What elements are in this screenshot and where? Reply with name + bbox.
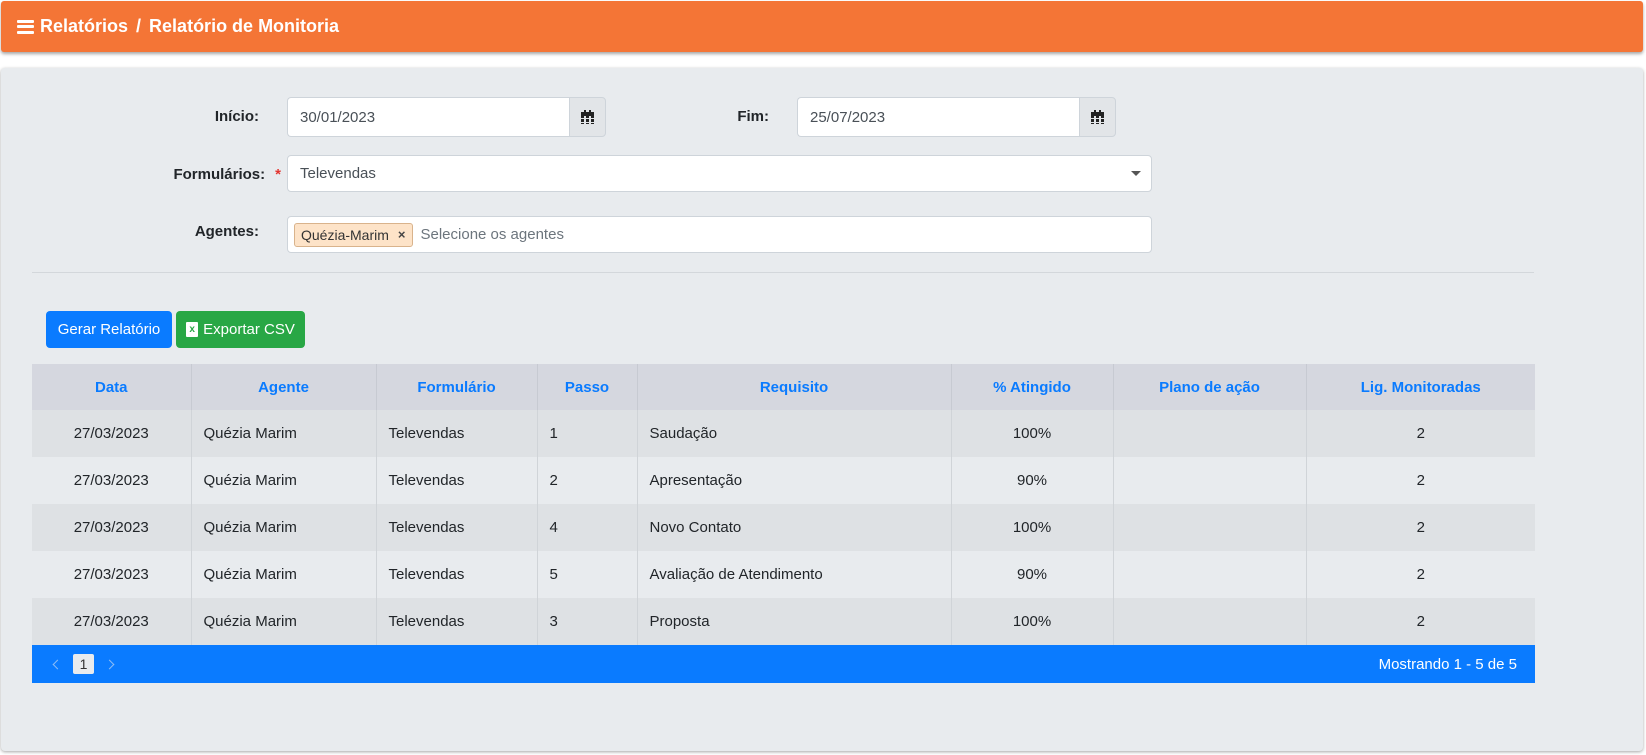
- page-number-button[interactable]: 1: [73, 654, 94, 674]
- cell-passo: 3: [537, 598, 638, 645]
- calendar-icon: [581, 110, 594, 124]
- cell-formulario: Televendas: [376, 598, 538, 645]
- forms-select[interactable]: Televendas: [287, 155, 1152, 192]
- column-header-atingido[interactable]: % Atingido: [951, 364, 1114, 410]
- cell-lig-monitoradas: 2: [1306, 598, 1535, 645]
- agent-tag-label: Quézia-Marim: [301, 226, 389, 243]
- table-row: 27/03/2023 Quézia Marim Televendas 3 Pro…: [32, 598, 1535, 645]
- cell-data: 27/03/2023: [32, 598, 192, 645]
- start-date-label: Início:: [214, 108, 259, 125]
- cell-agente: Quézia Marim: [191, 410, 377, 457]
- forms-label: Formulários: *: [141, 166, 281, 183]
- cell-lig-monitoradas: 2: [1306, 457, 1535, 504]
- cell-requisito: Novo Contato: [637, 504, 952, 551]
- cell-data: 27/03/2023: [32, 410, 192, 457]
- caret-down-icon: [1131, 171, 1141, 176]
- cell-formulario: Televendas: [376, 551, 538, 598]
- end-date-label: Fim:: [737, 108, 769, 125]
- divider: [32, 272, 1534, 273]
- cell-atingido: 100%: [951, 410, 1114, 457]
- cell-requisito: Proposta: [637, 598, 952, 645]
- cell-lig-monitoradas: 2: [1306, 551, 1535, 598]
- cell-passo: 4: [537, 504, 638, 551]
- page-title: Relatório de Monitoria: [149, 16, 340, 36]
- chevron-left-icon[interactable]: [52, 659, 63, 669]
- cell-lig-monitoradas: 2: [1306, 504, 1535, 551]
- required-mark: *: [275, 166, 281, 183]
- agent-tag: Quézia-Marim ×: [294, 222, 413, 247]
- cell-plano-de-acao: [1113, 551, 1307, 598]
- breadcrumb-root[interactable]: Relatórios: [40, 16, 128, 37]
- remove-tag-icon[interactable]: ×: [398, 227, 406, 242]
- cell-agente: Quézia Marim: [191, 598, 377, 645]
- end-date-picker: 25/07/2023: [797, 97, 1116, 137]
- top-bar: Relatórios / Relatório de Monitoria: [1, 1, 1643, 52]
- cell-agente: Quézia Marim: [191, 457, 377, 504]
- column-header-formulario[interactable]: Formulário: [376, 364, 538, 410]
- export-csv-button[interactable]: x Exportar CSV: [176, 311, 305, 348]
- cell-atingido: 100%: [951, 504, 1114, 551]
- cell-atingido: 90%: [951, 551, 1114, 598]
- agents-search-input[interactable]: Selecione os agentes: [421, 226, 564, 243]
- cell-data: 27/03/2023: [32, 551, 192, 598]
- table-row: 27/03/2023 Quézia Marim Televendas 1 Sau…: [32, 410, 1535, 457]
- cell-passo: 5: [537, 551, 638, 598]
- table-row: 27/03/2023 Quézia Marim Televendas 5 Ava…: [32, 551, 1535, 598]
- agents-label: Agentes:: [194, 223, 259, 240]
- chevron-right-icon[interactable]: [104, 659, 115, 669]
- cell-formulario: Televendas: [376, 410, 538, 457]
- cell-requisito: Apresentação: [637, 457, 952, 504]
- cell-data: 27/03/2023: [32, 457, 192, 504]
- forms-selected-value: Televendas: [300, 165, 376, 182]
- export-csv-label: Exportar CSV: [203, 321, 295, 338]
- start-date-picker: 30/01/2023: [287, 97, 606, 137]
- cell-plano-de-acao: [1113, 410, 1307, 457]
- column-header-lig-monitoradas[interactable]: Lig. Monitoradas: [1306, 364, 1535, 410]
- table-row: 27/03/2023 Quézia Marim Televendas 4 Nov…: [32, 504, 1535, 551]
- cell-data: 27/03/2023: [32, 504, 192, 551]
- report-table: Data Agente Formulário Passo Requisito %…: [32, 364, 1535, 645]
- calendar-icon: [1091, 110, 1104, 124]
- hamburger-menu-icon[interactable]: [17, 19, 34, 34]
- cell-agente: Quézia Marim: [191, 551, 377, 598]
- cell-requisito: Avaliação de Atendimento: [637, 551, 952, 598]
- cell-agente: Quézia Marim: [191, 504, 377, 551]
- end-date-input[interactable]: 25/07/2023: [797, 97, 1079, 137]
- column-header-plano-de-acao[interactable]: Plano de ação: [1113, 364, 1307, 410]
- excel-file-icon: x: [186, 322, 199, 337]
- cell-passo: 1: [537, 410, 638, 457]
- cell-passo: 2: [537, 457, 638, 504]
- cell-formulario: Televendas: [376, 457, 538, 504]
- forms-label-text: Formulários:: [173, 166, 266, 183]
- table-row: 27/03/2023 Quézia Marim Televendas 2 Apr…: [32, 457, 1535, 504]
- start-date-calendar-button[interactable]: [569, 97, 606, 137]
- end-date-calendar-button[interactable]: [1079, 97, 1116, 137]
- cell-atingido: 90%: [951, 457, 1114, 504]
- table-header-row: Data Agente Formulário Passo Requisito %…: [32, 364, 1535, 410]
- cell-plano-de-acao: [1113, 457, 1307, 504]
- cell-atingido: 100%: [951, 598, 1114, 645]
- pagination-info: Mostrando 1 - 5 de 5: [1378, 655, 1517, 673]
- cell-lig-monitoradas: 2: [1306, 410, 1535, 457]
- table-footer: 1 Mostrando 1 - 5 de 5: [32, 645, 1535, 683]
- column-header-agente[interactable]: Agente: [191, 364, 377, 410]
- start-date-input[interactable]: 30/01/2023: [287, 97, 569, 137]
- cell-formulario: Televendas: [376, 504, 538, 551]
- column-header-requisito[interactable]: Requisito: [637, 364, 952, 410]
- cell-plano-de-acao: [1113, 598, 1307, 645]
- cell-plano-de-acao: [1113, 504, 1307, 551]
- generate-report-button[interactable]: Gerar Relatório: [46, 311, 172, 348]
- column-header-data[interactable]: Data: [32, 364, 192, 410]
- cell-requisito: Saudação: [637, 410, 952, 457]
- column-header-passo[interactable]: Passo: [537, 364, 638, 410]
- report-panel: Início: 30/01/2023 Fim: 25/07/2023 Formu…: [1, 68, 1643, 751]
- breadcrumb-separator: /: [136, 16, 142, 36]
- agents-multiselect[interactable]: Quézia-Marim × Selecione os agentes: [287, 216, 1152, 253]
